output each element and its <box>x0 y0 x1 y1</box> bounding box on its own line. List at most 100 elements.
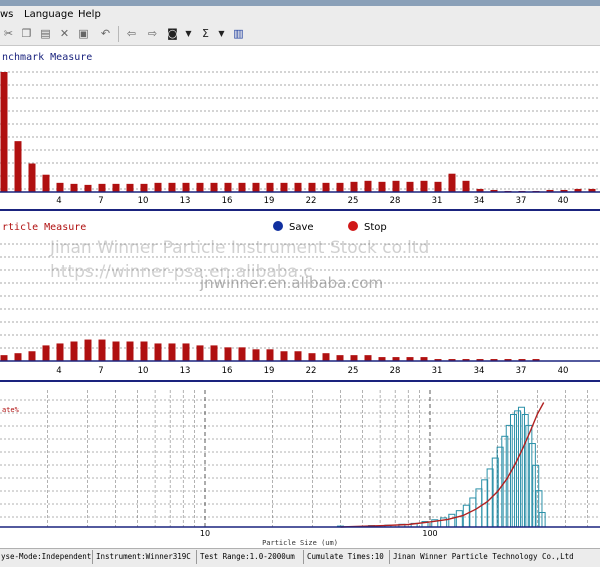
camera-icon[interactable]: ◙ <box>165 26 180 41</box>
bar <box>169 183 176 192</box>
tick-label: 22 <box>306 366 317 376</box>
tick-label: 7 <box>98 366 103 376</box>
cut-icon[interactable]: ✂ <box>1 26 16 41</box>
benchmark-title: nchmark Measure <box>2 52 92 63</box>
distribution-tick-labels: 10100 <box>200 529 438 538</box>
stop-button[interactable]: Stop <box>364 222 387 233</box>
status-divider <box>92 550 93 564</box>
bar <box>57 183 64 192</box>
bar <box>281 183 288 192</box>
bar <box>1 72 8 192</box>
save-dot-icon[interactable] <box>273 221 283 231</box>
bar <box>15 353 22 361</box>
bar <box>365 355 372 361</box>
bar <box>463 181 470 192</box>
watermark-company: Jinan Winner Particle Instrument Stock c… <box>50 238 429 258</box>
bar <box>197 183 204 192</box>
particle-grid <box>0 244 600 348</box>
sum-icon[interactable]: Σ <box>198 26 213 41</box>
tick-label: 19 <box>264 366 275 376</box>
bar <box>99 340 106 361</box>
toolbar: ✂ ❐ ▤ ✕ ▣ ↶ ⇦ ⇨ ◙ ▼ Σ ▼ ▥ <box>0 23 600 46</box>
bar <box>337 183 344 192</box>
undo-icon[interactable]: ↶ <box>98 26 113 41</box>
bar <box>323 183 330 192</box>
tick-label: 25 <box>348 366 359 376</box>
bar <box>141 184 148 192</box>
tick-label: 4 <box>56 366 61 376</box>
particle-tick-labels: 47101316192225283134374043 <box>56 366 600 376</box>
bar <box>155 343 162 361</box>
bar <box>309 183 316 192</box>
bar <box>15 141 22 192</box>
menu-windows[interactable]: ws <box>0 9 13 20</box>
bar <box>71 342 78 362</box>
bar <box>253 183 260 192</box>
tick-label: 34 <box>474 366 485 376</box>
status-divider <box>303 550 304 564</box>
bar <box>113 342 120 362</box>
save-button[interactable]: Save <box>289 222 314 233</box>
copy-icon[interactable]: ❐ <box>19 26 34 41</box>
bar <box>267 349 274 361</box>
watermark-site: jnwinner.en.alibaba.com <box>200 274 383 292</box>
tick-label: 16 <box>222 366 233 376</box>
tick-label: 10 <box>138 366 149 376</box>
benchmark-panel: nchmark Measure 471013161922252831343740… <box>0 46 600 211</box>
menu-help[interactable]: Help <box>78 9 101 20</box>
paste-icon[interactable]: ▤ <box>38 26 53 41</box>
status-company: Jinan Winner Particle Technology Co.,Ltd <box>393 552 574 561</box>
status-mode: yse-Mode:Independent <box>1 552 91 561</box>
back-arrow-icon[interactable]: ⇦ <box>124 26 139 41</box>
status-cumulate: Cumulate Times:10 <box>307 552 384 561</box>
tick-label: 28 <box>390 366 401 376</box>
bar <box>113 184 120 192</box>
bar <box>169 343 176 361</box>
bar <box>183 183 190 192</box>
bar <box>239 183 246 192</box>
forward-arrow-icon[interactable]: ⇨ <box>145 26 160 41</box>
tick-label: 16 <box>222 196 233 206</box>
bar <box>197 345 204 361</box>
bar <box>323 353 330 361</box>
particle-title: rticle Measure <box>2 222 86 233</box>
tick-label: 37 <box>516 366 527 376</box>
benchmark-bars <box>1 72 600 192</box>
bar <box>43 345 50 361</box>
bar <box>57 343 64 361</box>
bar <box>253 349 260 361</box>
tick-label: 40 <box>558 196 569 206</box>
bar <box>127 184 134 192</box>
stop-dot-icon[interactable] <box>348 221 358 231</box>
bar <box>85 185 92 192</box>
tick-label: 19 <box>264 196 275 206</box>
bar <box>309 353 316 361</box>
bar <box>295 183 302 192</box>
distribution-panel: ate% 10100 Particle Size (um) <box>0 390 600 548</box>
bar <box>421 181 428 192</box>
bar <box>183 343 190 361</box>
tick-label: 31 <box>432 196 443 206</box>
bar <box>295 351 302 361</box>
tick-label: 4 <box>56 196 61 206</box>
properties-icon[interactable]: ▣ <box>76 26 91 41</box>
bar <box>435 182 442 192</box>
camera-dropdown-icon[interactable]: ▼ <box>181 26 196 41</box>
bar <box>211 183 218 192</box>
status-range: Test Range:1.0-2000um <box>200 552 295 561</box>
book-icon[interactable]: ▥ <box>231 26 246 41</box>
sum-dropdown-icon[interactable]: ▼ <box>214 26 229 41</box>
distribution-y-label: ate% <box>2 406 20 414</box>
tick-label: 28 <box>390 196 401 206</box>
menu-language[interactable]: Language <box>24 9 73 20</box>
bar <box>71 184 78 192</box>
bar <box>449 174 456 192</box>
bar <box>225 347 232 361</box>
delete-icon[interactable]: ✕ <box>57 26 72 41</box>
tick-label: 100 <box>422 529 437 538</box>
bar <box>351 355 358 361</box>
tick-label: 40 <box>558 366 569 376</box>
bar <box>85 340 92 361</box>
tick-label: 13 <box>180 196 191 206</box>
bar <box>351 182 358 192</box>
